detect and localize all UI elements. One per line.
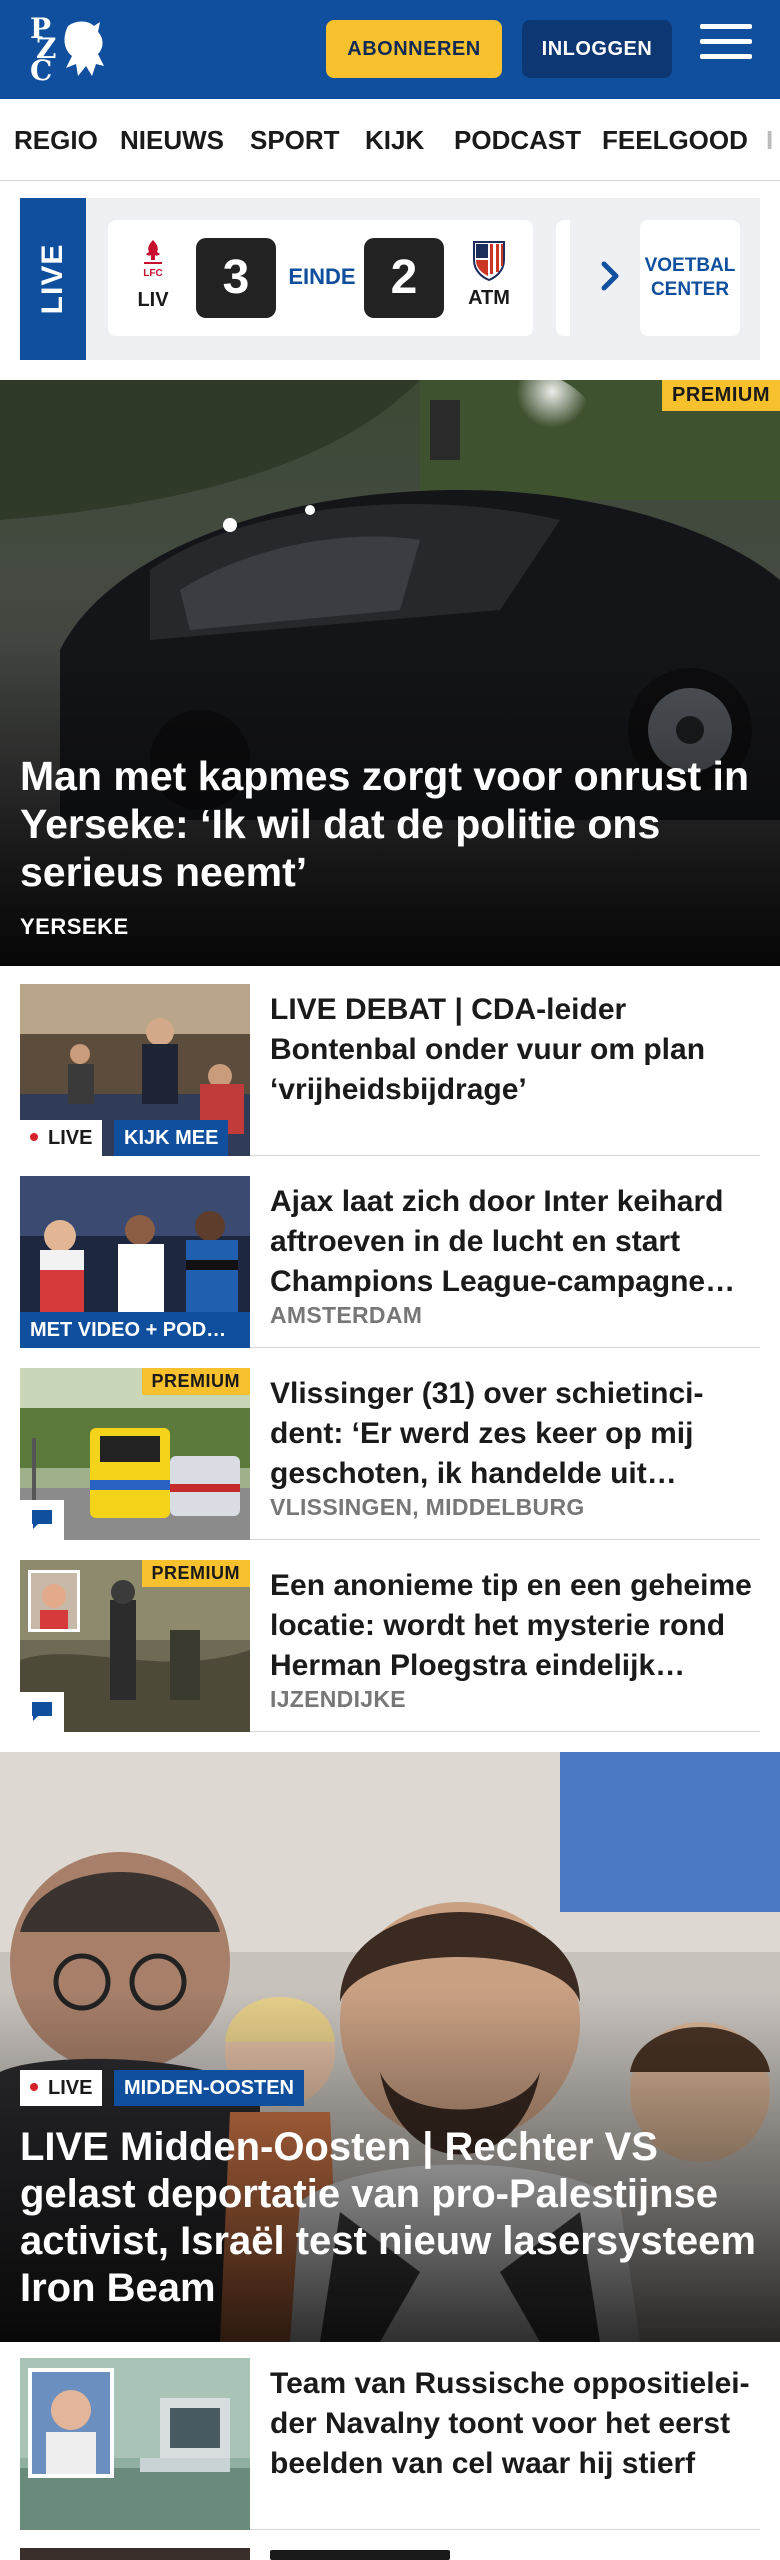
- away-team-code: ATM: [468, 287, 510, 309]
- nav-item-feelgood[interactable]: FEELGOOD: [602, 125, 748, 156]
- hamburger-icon[interactable]: [700, 24, 752, 70]
- list-item[interactable]: PREMIUM Vlissinger (31) over schietinci­…: [20, 1368, 760, 1540]
- pzc-logo[interactable]: P Z C: [30, 14, 110, 86]
- list-item-partial: [270, 2550, 470, 2560]
- article-thumbnail: PREMIUM: [20, 1560, 250, 1732]
- away-team: ATM: [464, 238, 514, 310]
- site-header: P Z C ABONNEREN INLOGGEN: [0, 0, 780, 99]
- next-match-card[interactable]: [556, 220, 570, 336]
- liverpool-crest-icon: LFC: [143, 240, 163, 279]
- svg-text:LFC: LFC: [143, 268, 162, 279]
- nav-item-kijk[interactable]: KIJK: [365, 125, 424, 156]
- home-team: LFC LIV: [128, 238, 178, 312]
- list-item-thumbnail-partial: [20, 2548, 250, 2560]
- feature-article[interactable]: LIVE MIDDEN-OOSTEN LIVE Midden-Oosten | …: [0, 1752, 780, 2342]
- list-item[interactable]: Team van Russische oppositielei­der Nava…: [20, 2358, 760, 2530]
- article-headline[interactable]: Vlissinger (31) over schietinci­dent: ‘E…: [270, 1374, 760, 1494]
- hero-article[interactable]: PREMIUM Man met kapmes zorgt voor onrust…: [0, 380, 780, 966]
- login-button[interactable]: INLOGGEN: [522, 20, 672, 78]
- live-badge: LIVE: [20, 2070, 103, 2106]
- premium-badge: PREMIUM: [141, 1560, 250, 1587]
- horse-emblem-icon: [64, 21, 104, 76]
- hero-headline[interactable]: Man met kapmes zorgt voor onrust in Yers…: [20, 752, 760, 896]
- comment-icon: [20, 1500, 64, 1540]
- kijk-mee-badge: KIJK MEE: [114, 1120, 229, 1156]
- article-location: IJZENDIJKE: [270, 1686, 406, 1712]
- nav-item-podcast[interactable]: PODCAST: [454, 125, 581, 156]
- article-headline[interactable]: Een anonieme tip en een geheime locatie:…: [270, 1566, 760, 1686]
- premium-badge: PREMIUM: [662, 380, 780, 411]
- article-thumbnail: MET VIDEO + POD…: [20, 1176, 250, 1348]
- home-team-code: LIV: [137, 289, 169, 311]
- article-location: AMSTERDAM: [270, 1302, 423, 1328]
- premium-badge: PREMIUM: [141, 1368, 250, 1395]
- midden-oosten-badge: MIDDEN-OOSTEN: [114, 2070, 304, 2106]
- article-headline[interactable]: Team van Russische oppositielei­der Nava…: [270, 2364, 760, 2484]
- article-location: VLISSINGEN, MIDDELBURG: [270, 1494, 585, 1520]
- nav-item-sport[interactable]: SPORT: [250, 125, 340, 156]
- video-podcast-badge: MET VIDEO + POD…: [20, 1312, 250, 1348]
- article-headline[interactable]: Ajax laat zich door Inter keihard aftroe…: [270, 1182, 760, 1302]
- list-item[interactable]: PREMIUM Een anonieme tip en een geheime …: [20, 1560, 760, 1732]
- comment-icon: [20, 1692, 64, 1732]
- subscribe-button[interactable]: ABONNEREN: [326, 20, 502, 78]
- article-thumbnail: LIVE KIJK MEE: [20, 984, 250, 1156]
- nav-item-more[interactable]: I: [766, 125, 773, 156]
- voetbal-center-button[interactable]: VOETBAL CENTER: [640, 220, 740, 336]
- chevron-right-icon[interactable]: [590, 256, 630, 296]
- nav-item-regio[interactable]: REGIO: [14, 125, 98, 156]
- section-nav: REGIO NIEUWS SPORT KIJK PODCAST FEELGOOD…: [0, 99, 780, 181]
- live-scores-strip: LIVE LFC LIV 3 EINDE 2 ATM VOETBAL CENTE…: [20, 198, 760, 360]
- list-item[interactable]: LIVE KIJK MEE LIVE DEBAT | CDA-leider Bo…: [20, 984, 760, 1156]
- live-badge: LIVE: [20, 1120, 103, 1156]
- feature-headline[interactable]: LIVE Midden-Oosten | Rechter VS gelast d…: [20, 2124, 760, 2312]
- match-card[interactable]: LFC LIV 3 EINDE 2 ATM: [108, 220, 533, 336]
- away-score: 2: [364, 238, 444, 318]
- article-thumbnail: PREMIUM: [20, 1368, 250, 1540]
- list-item[interactable]: MET VIDEO + POD… Ajax laat zich door Int…: [20, 1176, 760, 1348]
- nav-item-nieuws[interactable]: NIEUWS: [120, 125, 224, 156]
- hero-location: YERSEKE: [20, 914, 129, 939]
- home-score: 3: [196, 238, 276, 318]
- match-status: EINDE: [288, 264, 356, 289]
- atletico-crest-icon: [473, 241, 505, 282]
- article-headline[interactable]: LIVE DEBAT | CDA-leider Bontenbal onder …: [270, 990, 760, 1110]
- live-tab[interactable]: LIVE: [20, 198, 86, 360]
- article-thumbnail: [20, 2358, 250, 2530]
